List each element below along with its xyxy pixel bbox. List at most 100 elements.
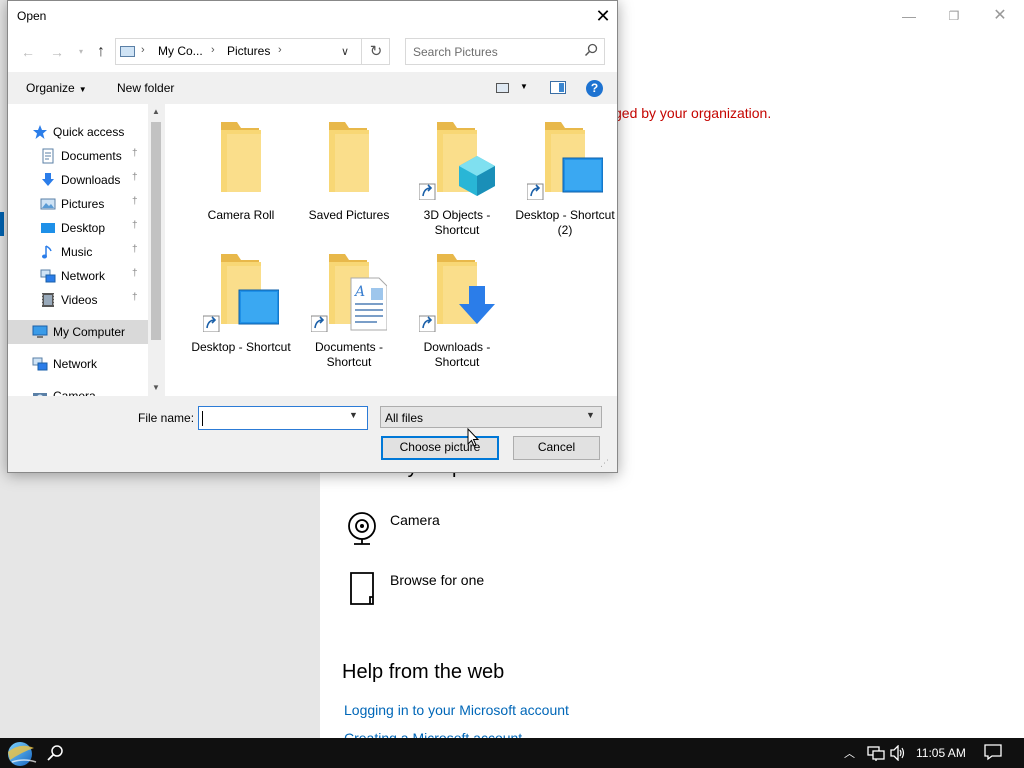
taskbar: ︿ 11:05 AM bbox=[0, 738, 1024, 768]
organize-button[interactable]: Organize ▼ bbox=[26, 81, 87, 95]
nav-item-music[interactable]: Music † bbox=[8, 240, 148, 264]
breadcrumb-my-computer[interactable]: My Co... bbox=[158, 44, 203, 58]
nav-pane-scrollbar[interactable]: ▲ ▼ bbox=[148, 104, 164, 396]
help-link-login[interactable]: Logging in to your Microsoft account bbox=[344, 702, 569, 718]
back-button[interactable]: ← bbox=[18, 42, 38, 62]
pin-icon[interactable]: † bbox=[132, 172, 138, 183]
pin-icon[interactable]: † bbox=[132, 148, 138, 159]
nav-item-downloads[interactable]: Downloads † bbox=[8, 168, 148, 192]
dialog-toolbar: Organize ▼ New folder ▼ ? bbox=[8, 72, 617, 104]
recent-locations-button[interactable]: ▾ bbox=[71, 42, 91, 62]
nav-item-network[interactable]: Network † bbox=[8, 264, 148, 288]
file-item[interactable]: Saved Pictures bbox=[297, 104, 401, 228]
up-button[interactable]: ↑ bbox=[91, 42, 111, 62]
help-icon[interactable]: ? bbox=[586, 80, 603, 97]
file-type-select[interactable]: All files ▼ bbox=[380, 406, 602, 428]
file-name-label: File name: bbox=[138, 411, 195, 425]
nav-item-videos[interactable]: Videos † bbox=[8, 288, 148, 312]
dialog-title: Open bbox=[17, 9, 47, 23]
desktop-icon bbox=[40, 220, 56, 236]
change-view-button[interactable]: ▼ bbox=[496, 81, 530, 97]
chevron-up-icon[interactable]: ︿ bbox=[844, 745, 855, 761]
search-input[interactable]: Search Pictures bbox=[405, 38, 605, 65]
minimize-button[interactable]: — bbox=[899, 6, 919, 26]
file-list: Camera Roll Saved Pictures 3D Objects - Sh… bbox=[164, 104, 617, 396]
nav-item-label: Quick access bbox=[53, 125, 125, 139]
nav-item-desktop[interactable]: Desktop † bbox=[8, 216, 148, 240]
close-window-button[interactable]: ✕ bbox=[990, 6, 1010, 26]
cancel-button[interactable]: Cancel bbox=[513, 436, 600, 460]
address-bar[interactable]: › My Co... › Pictures › ∨ ↻ bbox=[115, 38, 390, 65]
file-item-label: 3D Objects - Shortcut bbox=[423, 208, 491, 237]
camera-icon bbox=[32, 388, 48, 396]
camera-option[interactable]: Camera bbox=[344, 510, 644, 550]
file-item[interactable]: Desktop - Shortcut (2) bbox=[513, 104, 617, 237]
maximize-button[interactable]: ❐ bbox=[944, 6, 964, 26]
nav-item-label: Pictures bbox=[61, 197, 105, 211]
file-item-label: Camera Roll bbox=[207, 208, 275, 222]
search-icon[interactable] bbox=[584, 43, 598, 57]
file-item-label: Downloads - Shortcut bbox=[423, 340, 491, 369]
nav-item-label: Downloads bbox=[61, 173, 121, 187]
pin-icon[interactable]: † bbox=[132, 196, 138, 207]
new-folder-button[interactable]: New folder bbox=[117, 81, 174, 95]
network-icon[interactable] bbox=[867, 745, 885, 761]
pin-icon[interactable]: † bbox=[132, 268, 138, 279]
breadcrumb-separator[interactable]: › bbox=[141, 44, 145, 56]
nav-item-camera[interactable]: Camera bbox=[8, 384, 148, 396]
file-icon bbox=[350, 572, 374, 605]
browse-option[interactable]: Browse for one bbox=[344, 570, 644, 610]
pin-icon[interactable]: † bbox=[132, 220, 138, 231]
folder-icon bbox=[203, 120, 279, 200]
file-type-value: All files bbox=[385, 411, 424, 425]
chevron-down-icon[interactable]: ▼ bbox=[349, 410, 358, 420]
breadcrumb-separator[interactable]: › bbox=[211, 44, 215, 56]
address-dropdown-button[interactable]: ∨ bbox=[335, 42, 355, 62]
selected-nav-indicator bbox=[0, 212, 4, 236]
nav-item-my-computer[interactable]: My Computer bbox=[8, 320, 148, 344]
chevron-down-icon: ▼ bbox=[586, 410, 595, 420]
search-placeholder: Search Pictures bbox=[413, 45, 498, 59]
mouse-cursor-icon bbox=[467, 428, 479, 447]
view-icon bbox=[496, 83, 509, 93]
scroll-thumb[interactable] bbox=[151, 122, 161, 340]
file-item[interactable]: Camera Roll bbox=[189, 104, 293, 228]
downloads-icon bbox=[40, 172, 56, 188]
nav-item-label: Camera bbox=[53, 389, 96, 396]
scroll-up-button[interactable]: ▲ bbox=[148, 104, 164, 120]
open-dialog: Open ✕ ← → ▾ ↑ › My Co... › Pictures › ∨… bbox=[7, 0, 618, 473]
breadcrumb-pictures[interactable]: Pictures bbox=[227, 44, 270, 58]
dialog-close-button[interactable]: ✕ bbox=[592, 5, 614, 27]
search-icon[interactable] bbox=[46, 744, 64, 762]
volume-icon[interactable] bbox=[889, 745, 907, 761]
clock[interactable]: 11:05 AM bbox=[916, 746, 966, 760]
nav-item-network[interactable]: Network bbox=[8, 352, 148, 376]
network-icon bbox=[40, 268, 56, 284]
file-item[interactable]: A Documents - Shortcut bbox=[297, 236, 401, 369]
help-link-create-account[interactable]: Creating a Microsoft account bbox=[344, 729, 522, 738]
help-heading: Help from the web bbox=[342, 661, 505, 683]
scroll-down-button[interactable]: ▼ bbox=[148, 380, 164, 396]
refresh-button[interactable]: ↻ bbox=[361, 39, 390, 64]
navigation-row: ← → ▾ ↑ › My Co... › Pictures › ∨ ↻ Sear… bbox=[8, 32, 617, 72]
file-item[interactable]: Desktop - Shortcut bbox=[189, 236, 293, 360]
pin-icon[interactable]: † bbox=[132, 292, 138, 303]
pin-icon[interactable]: † bbox=[132, 244, 138, 255]
file-item[interactable]: 3D Objects - Shortcut bbox=[405, 104, 509, 237]
file-name-input[interactable]: ▼ bbox=[198, 406, 368, 430]
nav-item-documents[interactable]: Documents † bbox=[8, 144, 148, 168]
start-logo-icon[interactable] bbox=[0, 738, 44, 768]
nav-item-pictures[interactable]: Pictures † bbox=[8, 192, 148, 216]
notification-icon[interactable] bbox=[984, 743, 1002, 761]
preview-pane-button[interactable] bbox=[550, 81, 566, 94]
nav-item-label: My Computer bbox=[53, 325, 126, 339]
file-item[interactable]: Downloads - Shortcut bbox=[405, 236, 509, 369]
nav-item-quick-access[interactable]: Quick access bbox=[8, 120, 148, 144]
computer-icon bbox=[32, 324, 48, 340]
camera-option-label: Camera bbox=[390, 512, 440, 528]
folder-icon bbox=[526, 120, 604, 201]
resize-grip[interactable]: ⋰ bbox=[600, 458, 610, 468]
breadcrumb-separator[interactable]: › bbox=[278, 44, 282, 56]
choose-picture-button[interactable]: Choose picture bbox=[381, 436, 499, 460]
forward-button[interactable]: → bbox=[47, 42, 67, 62]
